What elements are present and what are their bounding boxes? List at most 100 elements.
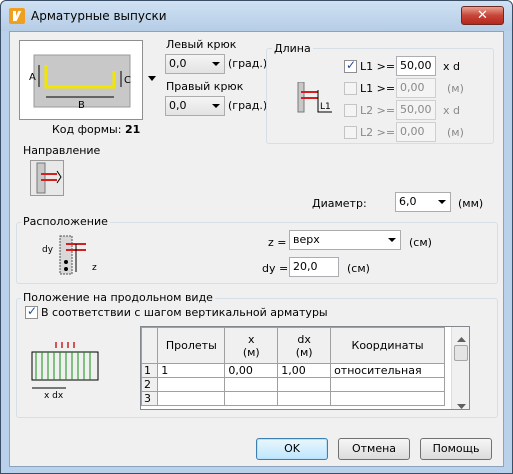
l1-m-input[interactable]: 0,00 bbox=[396, 78, 436, 98]
table-corner-cell bbox=[141, 327, 159, 364]
dy-input[interactable]: 20,0 bbox=[289, 257, 339, 277]
diameter-select[interactable]: 6,0 bbox=[395, 192, 451, 212]
follow-pitch-label: В соответствии с шагом вертикальной арма… bbox=[41, 306, 328, 319]
table-row[interactable]: 1 1 0,00 1,00 относительная bbox=[141, 363, 445, 378]
row-number: 3 bbox=[141, 391, 159, 406]
table-header-row: Пролеты x (м) dx (м) Координаты bbox=[141, 327, 445, 364]
length-l1-icon: L1 bbox=[296, 81, 336, 114]
shape-dropdown-icon[interactable] bbox=[148, 72, 156, 81]
diameter-value: 6,0 bbox=[399, 195, 417, 208]
z-label: z = bbox=[268, 236, 287, 249]
shape-preview[interactable]: A C B bbox=[19, 40, 143, 120]
direction-button[interactable] bbox=[30, 160, 64, 196]
l1-m-checkbox[interactable] bbox=[344, 82, 357, 95]
left-hook-label: Левый крюк bbox=[166, 38, 237, 51]
l2-xd-unit: x d bbox=[443, 104, 460, 117]
cell-coords[interactable] bbox=[330, 377, 445, 392]
length-group-label: Длина bbox=[272, 42, 313, 55]
table-row[interactable]: 3 bbox=[141, 391, 445, 406]
close-button[interactable]: ✕ bbox=[461, 6, 504, 25]
cell-x[interactable] bbox=[224, 377, 279, 392]
chevron-down-icon bbox=[434, 193, 450, 211]
cell-span[interactable] bbox=[157, 391, 226, 406]
svg-text:z: z bbox=[92, 263, 97, 273]
l2-m-checkbox[interactable] bbox=[344, 126, 357, 139]
right-hook-value: 0,0 bbox=[169, 99, 187, 112]
l2-xd-input[interactable]: 50,00 bbox=[396, 100, 436, 120]
chevron-down-icon bbox=[384, 231, 400, 249]
chevron-down-icon bbox=[208, 55, 224, 73]
svg-text:x dx: x dx bbox=[44, 391, 64, 400]
title-bar[interactable]: Арматурные выпуски ✕ bbox=[1, 1, 512, 31]
diameter-label: Диаметр: bbox=[312, 197, 367, 210]
dim-c-label: C bbox=[124, 75, 131, 86]
l1-xd-unit: x d bbox=[443, 60, 460, 73]
dy-unit: (см) bbox=[347, 262, 370, 275]
l2-xd-label: L2 >= bbox=[360, 104, 396, 117]
scroll-down-icon[interactable] bbox=[457, 399, 466, 409]
l1-xd-checkbox[interactable] bbox=[344, 58, 357, 73]
row-number: 1 bbox=[141, 363, 159, 378]
shape-code-label: Код формы: 21 bbox=[52, 123, 141, 136]
location-section-icon: dy z bbox=[40, 232, 100, 276]
l1-xd-input[interactable]: 50,00 bbox=[396, 56, 436, 76]
direction-label: Направление bbox=[23, 144, 101, 157]
l2-m-unit: (м) bbox=[447, 126, 464, 139]
dialog-body: A C B Код формы: 21 Левый крюк 0,0 (град… bbox=[9, 31, 504, 467]
scroll-up-icon[interactable] bbox=[457, 332, 466, 345]
chevron-down-icon bbox=[208, 97, 224, 115]
longitudinal-group-label: Положение на продольном виде bbox=[21, 291, 215, 304]
direction-bar-icon bbox=[36, 162, 62, 194]
z-select[interactable]: верх bbox=[289, 230, 401, 250]
l1-m-unit: (м) bbox=[447, 82, 464, 95]
dialog-window: Арматурные выпуски ✕ A C B Код формы: 21… bbox=[0, 0, 513, 474]
l2-m-label: L2 >= bbox=[360, 126, 396, 139]
table-row[interactable]: 2 bbox=[141, 377, 445, 392]
app-logo-icon bbox=[9, 8, 25, 24]
bent-bar-shape-icon: A C B bbox=[29, 54, 131, 111]
l1-xd-label: L1 >= bbox=[360, 60, 396, 73]
ok-button[interactable]: OK bbox=[256, 438, 328, 460]
row-number: 2 bbox=[141, 377, 159, 392]
column-header-spans: Пролеты bbox=[157, 327, 226, 364]
z-unit: (см) bbox=[409, 236, 432, 249]
spans-table-frame: Пролеты x (м) dx (м) Координаты 1 1 0,00… bbox=[140, 326, 470, 410]
z-value: верх bbox=[293, 233, 320, 246]
svg-text:dy: dy bbox=[42, 245, 54, 255]
cancel-button[interactable]: Отмена bbox=[338, 438, 410, 460]
longitudinal-view-icon: x dx bbox=[26, 338, 106, 401]
right-hook-label: Правый крюк bbox=[166, 80, 244, 93]
diameter-unit: (мм) bbox=[458, 197, 484, 210]
spans-table: Пролеты x (м) dx (м) Координаты 1 1 0,00… bbox=[141, 327, 445, 406]
cell-x[interactable] bbox=[224, 391, 279, 406]
location-group-label: Расположение bbox=[21, 215, 110, 228]
shape-code-value: 21 bbox=[124, 123, 141, 136]
cell-dx[interactable] bbox=[277, 391, 332, 406]
dim-b-label: B bbox=[78, 100, 85, 111]
cell-dx[interactable]: 1,00 bbox=[277, 363, 332, 378]
right-hook-unit: (град.) bbox=[228, 99, 268, 112]
help-button[interactable]: Помощь bbox=[420, 438, 492, 460]
scroll-thumb[interactable] bbox=[454, 345, 468, 361]
left-hook-select[interactable]: 0,0 bbox=[165, 54, 225, 74]
dim-a-label: A bbox=[29, 72, 36, 83]
column-header-dx: dx (м) bbox=[277, 327, 332, 364]
follow-pitch-checkbox[interactable] bbox=[25, 304, 38, 319]
cell-span[interactable]: 1 bbox=[157, 363, 226, 378]
svg-text:L1: L1 bbox=[320, 102, 331, 112]
cell-span[interactable] bbox=[157, 377, 226, 392]
cell-dx[interactable] bbox=[277, 377, 332, 392]
right-hook-select[interactable]: 0,0 bbox=[165, 96, 225, 116]
column-header-x: x (м) bbox=[224, 327, 279, 364]
l2-m-input[interactable]: 0,00 bbox=[396, 122, 436, 142]
window-title: Арматурные выпуски bbox=[31, 9, 167, 23]
l2-xd-checkbox[interactable] bbox=[344, 104, 357, 117]
column-header-coords: Координаты bbox=[330, 327, 445, 364]
dy-label: dy = bbox=[262, 262, 289, 275]
cell-coords[interactable] bbox=[330, 391, 445, 406]
cell-x[interactable]: 0,00 bbox=[224, 363, 279, 378]
table-scrollbar[interactable] bbox=[451, 327, 469, 409]
left-hook-unit: (град.) bbox=[228, 57, 268, 70]
cell-coords[interactable]: относительная bbox=[330, 363, 445, 378]
left-hook-value: 0,0 bbox=[169, 57, 187, 70]
